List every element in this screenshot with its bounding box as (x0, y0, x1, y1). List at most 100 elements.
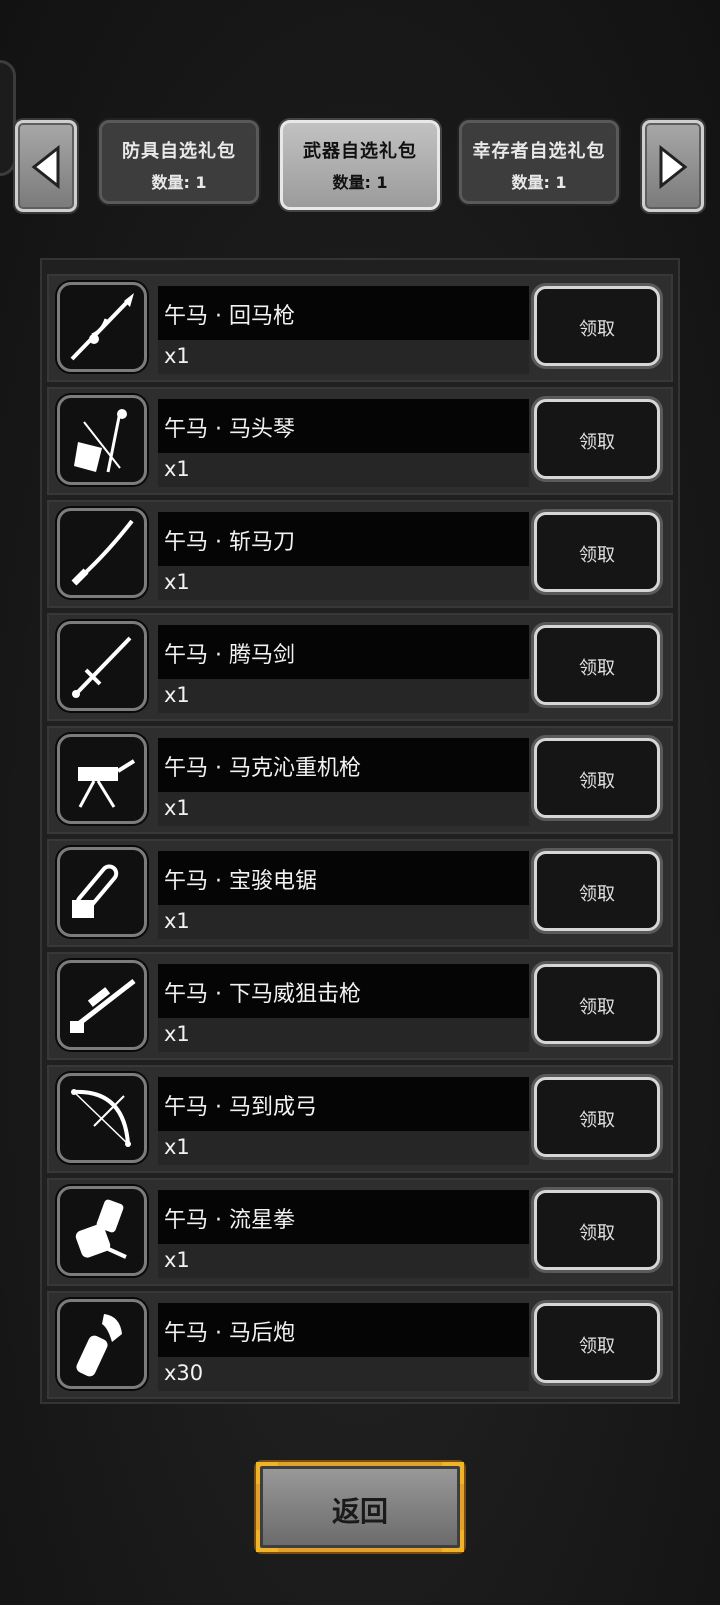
back-button-label: 返回 (331, 1495, 388, 1528)
item-qty-bar: x1 (158, 792, 529, 826)
item-name-bar: 午马 · 回马枪 (158, 286, 529, 340)
machine-gun-icon (78, 759, 136, 808)
item-icon-frame (57, 734, 147, 824)
list-item: 午马 · 马头琴 x1 领取 (47, 387, 673, 495)
tab-title: 防具自选礼包 (122, 141, 236, 162)
claim-button[interactable]: 领取 (534, 964, 660, 1044)
item-qty-bar: x30 (158, 1357, 529, 1391)
item-name-bar: 午马 · 宝骏电锯 (158, 851, 529, 905)
claim-button[interactable]: 领取 (534, 399, 660, 479)
item-icon-frame (57, 282, 147, 372)
item-quantity: x1 (164, 457, 190, 481)
item-name-bar: 午马 · 下马威狙击枪 (158, 964, 529, 1018)
item-name-bar: 午马 · 马头琴 (158, 399, 529, 453)
item-icon-frame (57, 508, 147, 598)
item-qty-bar: x1 (158, 1244, 529, 1278)
tab-count: 数量: 1 (511, 173, 567, 192)
list-item: 午马 · 宝骏电锯 x1 领取 (47, 839, 673, 947)
claim-button-label: 领取 (579, 884, 615, 905)
list-item: 午马 · 斩马刀 x1 领取 (47, 500, 673, 608)
item-name: 午马 · 腾马剑 (164, 643, 295, 668)
item-name: 午马 · 马后炮 (164, 1321, 295, 1346)
item-quantity: x1 (164, 1248, 190, 1272)
tab-title: 幸存者自选礼包 (472, 141, 606, 162)
claim-button[interactable]: 领取 (534, 1303, 660, 1383)
cannon-icon (76, 1314, 122, 1377)
item-name: 午马 · 下马威狙击枪 (164, 982, 361, 1007)
item-quantity: x1 (164, 570, 190, 594)
claim-button[interactable]: 领取 (534, 738, 660, 818)
item-icon-frame (57, 1299, 147, 1389)
item-name-bar: 午马 · 马到成弓 (158, 1077, 529, 1131)
gauntlet-icon (75, 1199, 127, 1259)
claim-button[interactable]: 领取 (534, 286, 660, 366)
bow-icon (71, 1089, 131, 1147)
tab-armor-pack[interactable]: 防具自选礼包 数量: 1 (99, 120, 259, 204)
item-name-bar: 午马 · 斩马刀 (158, 512, 529, 566)
item-name: 午马 · 宝骏电锯 (164, 869, 317, 894)
tab-count: 数量: 1 (332, 173, 388, 192)
item-quantity: x1 (164, 796, 190, 820)
list-item: 午马 · 马克沁重机枪 x1 领取 (47, 726, 673, 834)
claim-button[interactable]: 领取 (534, 625, 660, 705)
claim-button[interactable]: 领取 (534, 851, 660, 931)
tab-survivor-pack[interactable]: 幸存者自选礼包 数量: 1 (459, 120, 619, 204)
claim-button-label: 领取 (579, 1336, 615, 1357)
corner-ornament (256, 1530, 278, 1552)
item-name: 午马 · 马到成弓 (164, 1095, 317, 1120)
item-quantity: x1 (164, 909, 190, 933)
list-item: 午马 · 马后炮 x30 领取 (47, 1291, 673, 1399)
item-name-bar: 午马 · 马后炮 (158, 1303, 529, 1357)
previous-screen-edge (0, 60, 16, 176)
claim-button-label: 领取 (579, 1110, 615, 1131)
previous-tab-button[interactable] (15, 120, 77, 212)
triangle-right-icon (659, 145, 688, 189)
corner-ornament (442, 1530, 464, 1552)
item-name: 午马 · 回马枪 (164, 304, 295, 329)
item-qty-bar: x1 (158, 453, 529, 487)
item-name: 午马 · 马克沁重机枪 (164, 756, 361, 781)
list-item: 午马 · 腾马剑 x1 领取 (47, 613, 673, 721)
item-name: 午马 · 流星拳 (164, 1208, 295, 1233)
sword-icon (72, 636, 132, 698)
item-name: 午马 · 斩马刀 (164, 530, 295, 555)
tab-weapon-pack[interactable]: 武器自选礼包 数量: 1 (280, 120, 440, 210)
back-button[interactable]: 返回 (256, 1462, 464, 1552)
claim-button-label: 领取 (579, 658, 615, 679)
item-icon-frame (57, 1186, 147, 1276)
item-icon-frame (57, 960, 147, 1050)
claim-button-label: 领取 (579, 432, 615, 453)
list-item: 午马 · 流星拳 x1 领取 (47, 1178, 673, 1286)
item-qty-bar: x1 (158, 905, 529, 939)
claim-button-label: 领取 (579, 1223, 615, 1244)
item-quantity: x1 (164, 1135, 190, 1159)
claim-button-label: 领取 (579, 771, 615, 792)
horsehead-fiddle-icon (74, 409, 127, 473)
item-quantity: x1 (164, 1022, 190, 1046)
claim-button[interactable]: 领取 (534, 1077, 660, 1157)
item-quantity: x30 (164, 1361, 204, 1385)
chainsaw-icon (72, 864, 119, 918)
triangle-left-icon (31, 145, 60, 189)
item-qty-bar: x1 (158, 679, 529, 713)
list-item: 午马 · 马到成弓 x1 领取 (47, 1065, 673, 1173)
item-name-bar: 午马 · 流星拳 (158, 1190, 529, 1244)
item-qty-bar: x1 (158, 1018, 529, 1052)
tab-title: 武器自选礼包 (303, 141, 417, 162)
item-qty-bar: x1 (158, 566, 529, 600)
item-quantity: x1 (164, 344, 190, 368)
corner-ornament (256, 1462, 278, 1484)
sniper-rifle-icon (70, 979, 136, 1033)
claim-button-label: 领取 (579, 545, 615, 566)
claim-button-label: 领取 (579, 319, 615, 340)
list-item: 午马 · 下马威狙击枪 x1 领取 (47, 952, 673, 1060)
item-icon-frame (57, 621, 147, 711)
list-item: 午马 · 回马枪 x1 领取 (47, 274, 673, 382)
item-icon-frame (57, 1073, 147, 1163)
item-quantity: x1 (164, 683, 190, 707)
item-icon-frame (57, 395, 147, 485)
claim-button[interactable]: 领取 (534, 1190, 660, 1270)
next-tab-button[interactable] (642, 120, 704, 212)
claim-button[interactable]: 领取 (534, 512, 660, 592)
item-icon-frame (57, 847, 147, 937)
